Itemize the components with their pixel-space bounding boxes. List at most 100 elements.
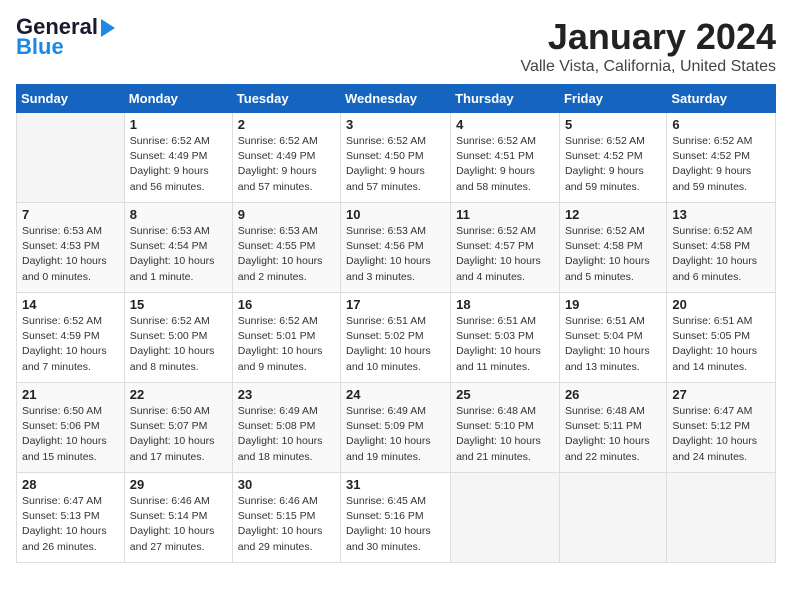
- table-row: 21Sunrise: 6:50 AM Sunset: 5:06 PM Dayli…: [17, 383, 125, 473]
- table-row: 20 Sunrise: 6:51 AM Sunset: 5:05 PM Dayli…: [667, 293, 776, 383]
- day-info: Sunrise: 6:52 AM Sunset: 4:52 PM Dayligh…: [672, 134, 770, 195]
- table-row: 18 Sunrise: 6:51 AM Sunset: 5:03 PM Dayli…: [451, 293, 560, 383]
- day-info: Sunrise: 6:46 AM Sunset: 5:14 PM Dayligh…: [130, 494, 227, 555]
- day-number: 10: [346, 207, 445, 222]
- table-row: 24Sunrise: 6:49 AM Sunset: 5:09 PM Dayli…: [341, 383, 451, 473]
- day-info: Sunrise: 6:53 AM Sunset: 4:53 PM Dayligh…: [22, 224, 119, 285]
- day-info: Sunrise: 6:48 AM Sunset: 5:11 PM Dayligh…: [565, 404, 661, 465]
- day-info: Sunrise: 6:51 AM Sunset: 5:05 PM Dayligh…: [672, 314, 770, 375]
- calendar-week-row: 28Sunrise: 6:47 AM Sunset: 5:13 PM Dayli…: [17, 473, 776, 563]
- table-row: 29 Sunrise: 6:46 AM Sunset: 5:14 PM Dayli…: [124, 473, 232, 563]
- day-number: 16: [238, 297, 335, 312]
- table-row: 3 Sunrise: 6:52 AM Sunset: 4:50 PM Daylig…: [341, 113, 451, 203]
- day-info: Sunrise: 6:51 AM Sunset: 5:02 PM Dayligh…: [346, 314, 445, 375]
- table-row: 12Sunrise: 6:52 AM Sunset: 4:58 PM Dayli…: [559, 203, 666, 293]
- day-number: 3: [346, 117, 445, 132]
- day-info: Sunrise: 6:52 AM Sunset: 4:57 PM Dayligh…: [456, 224, 554, 285]
- table-row: 17 Sunrise: 6:51 AM Sunset: 5:02 PM Dayli…: [341, 293, 451, 383]
- day-number: 29: [130, 477, 227, 492]
- table-row: [17, 113, 125, 203]
- header-friday: Friday: [559, 85, 666, 113]
- table-row: 23 Sunrise: 6:49 AM Sunset: 5:08 PM Dayli…: [232, 383, 340, 473]
- table-row: 15Sunrise: 6:52 AM Sunset: 5:00 PM Dayli…: [124, 293, 232, 383]
- day-number: 5: [565, 117, 661, 132]
- day-number: 2: [238, 117, 335, 132]
- header-monday: Monday: [124, 85, 232, 113]
- day-number: 26: [565, 387, 661, 402]
- logo: General Blue: [16, 16, 115, 60]
- table-row: 31 Sunrise: 6:45 AM Sunset: 5:16 PM Dayli…: [341, 473, 451, 563]
- day-info: Sunrise: 6:49 AM Sunset: 5:08 PM Dayligh…: [238, 404, 335, 465]
- table-row: 14 Sunrise: 6:52 AM Sunset: 4:59 PM Dayli…: [17, 293, 125, 383]
- day-info: Sunrise: 6:53 AM Sunset: 4:56 PM Dayligh…: [346, 224, 445, 285]
- calendar-week-row: 21Sunrise: 6:50 AM Sunset: 5:06 PM Dayli…: [17, 383, 776, 473]
- day-number: 19: [565, 297, 661, 312]
- day-number: 6: [672, 117, 770, 132]
- day-info: Sunrise: 6:48 AM Sunset: 5:10 PM Dayligh…: [456, 404, 554, 465]
- day-number: 11: [456, 207, 554, 222]
- header-thursday: Thursday: [451, 85, 560, 113]
- table-row: [451, 473, 560, 563]
- day-number: 17: [346, 297, 445, 312]
- day-number: 25: [456, 387, 554, 402]
- calendar-week-row: 7 Sunrise: 6:53 AM Sunset: 4:53 PM Daylig…: [17, 203, 776, 293]
- day-number: 14: [22, 297, 119, 312]
- header-saturday: Saturday: [667, 85, 776, 113]
- day-number: 27: [672, 387, 770, 402]
- day-info: Sunrise: 6:46 AM Sunset: 5:15 PM Dayligh…: [238, 494, 335, 555]
- day-number: 15: [130, 297, 227, 312]
- day-number: 18: [456, 297, 554, 312]
- day-number: 31: [346, 477, 445, 492]
- table-row: 8 Sunrise: 6:53 AM Sunset: 4:54 PM Daylig…: [124, 203, 232, 293]
- day-info: Sunrise: 6:52 AM Sunset: 4:52 PM Dayligh…: [565, 134, 661, 195]
- table-row: 1Sunrise: 6:52 AM Sunset: 4:49 PM Daylig…: [124, 113, 232, 203]
- day-number: 24: [346, 387, 445, 402]
- logo-subtext: Blue: [16, 34, 64, 60]
- day-number: 23: [238, 387, 335, 402]
- day-number: 4: [456, 117, 554, 132]
- table-row: 28Sunrise: 6:47 AM Sunset: 5:13 PM Dayli…: [17, 473, 125, 563]
- day-info: Sunrise: 6:51 AM Sunset: 5:03 PM Dayligh…: [456, 314, 554, 375]
- day-number: 22: [130, 387, 227, 402]
- table-row: [667, 473, 776, 563]
- day-number: 8: [130, 207, 227, 222]
- table-row: 4Sunrise: 6:52 AM Sunset: 4:51 PM Daylig…: [451, 113, 560, 203]
- table-row: 6 Sunrise: 6:52 AM Sunset: 4:52 PM Daylig…: [667, 113, 776, 203]
- page-subtitle: Valle Vista, California, United States: [520, 58, 776, 76]
- day-number: 21: [22, 387, 119, 402]
- calendar-header-row: Sunday Monday Tuesday Wednesday Thursday…: [17, 85, 776, 113]
- day-number: 9: [238, 207, 335, 222]
- day-number: 12: [565, 207, 661, 222]
- table-row: 7 Sunrise: 6:53 AM Sunset: 4:53 PM Daylig…: [17, 203, 125, 293]
- day-info: Sunrise: 6:52 AM Sunset: 4:49 PM Dayligh…: [130, 134, 227, 195]
- table-row: [559, 473, 666, 563]
- table-row: 13Sunrise: 6:52 AM Sunset: 4:58 PM Dayli…: [667, 203, 776, 293]
- table-row: 16 Sunrise: 6:52 AM Sunset: 5:01 PM Dayli…: [232, 293, 340, 383]
- day-info: Sunrise: 6:52 AM Sunset: 4:58 PM Dayligh…: [672, 224, 770, 285]
- day-number: 7: [22, 207, 119, 222]
- day-info: Sunrise: 6:52 AM Sunset: 4:50 PM Dayligh…: [346, 134, 445, 195]
- table-row: 26 Sunrise: 6:48 AM Sunset: 5:11 PM Dayli…: [559, 383, 666, 473]
- day-info: Sunrise: 6:53 AM Sunset: 4:54 PM Dayligh…: [130, 224, 227, 285]
- day-info: Sunrise: 6:45 AM Sunset: 5:16 PM Dayligh…: [346, 494, 445, 555]
- day-number: 20: [672, 297, 770, 312]
- table-row: 22Sunrise: 6:50 AM Sunset: 5:07 PM Dayli…: [124, 383, 232, 473]
- table-row: 11 Sunrise: 6:52 AM Sunset: 4:57 PM Dayli…: [451, 203, 560, 293]
- day-number: 28: [22, 477, 119, 492]
- header-sunday: Sunday: [17, 85, 125, 113]
- table-row: 2 Sunrise: 6:52 AM Sunset: 4:49 PM Daylig…: [232, 113, 340, 203]
- day-info: Sunrise: 6:52 AM Sunset: 5:01 PM Dayligh…: [238, 314, 335, 375]
- page-title: January 2024: [520, 16, 776, 58]
- day-info: Sunrise: 6:52 AM Sunset: 4:49 PM Dayligh…: [238, 134, 335, 195]
- page-header: General Blue January 2024 Valle Vista, C…: [16, 16, 776, 76]
- table-row: 10 Sunrise: 6:53 AM Sunset: 4:56 PM Dayli…: [341, 203, 451, 293]
- day-number: 30: [238, 477, 335, 492]
- day-info: Sunrise: 6:51 AM Sunset: 5:04 PM Dayligh…: [565, 314, 661, 375]
- calendar-week-row: 14 Sunrise: 6:52 AM Sunset: 4:59 PM Dayli…: [17, 293, 776, 383]
- header-tuesday: Tuesday: [232, 85, 340, 113]
- day-info: Sunrise: 6:47 AM Sunset: 5:12 PM Dayligh…: [672, 404, 770, 465]
- day-info: Sunrise: 6:53 AM Sunset: 4:55 PM Dayligh…: [238, 224, 335, 285]
- day-info: Sunrise: 6:52 AM Sunset: 4:59 PM Dayligh…: [22, 314, 119, 375]
- title-block: January 2024 Valle Vista, California, Un…: [520, 16, 776, 76]
- table-row: 5 Sunrise: 6:52 AM Sunset: 4:52 PM Daylig…: [559, 113, 666, 203]
